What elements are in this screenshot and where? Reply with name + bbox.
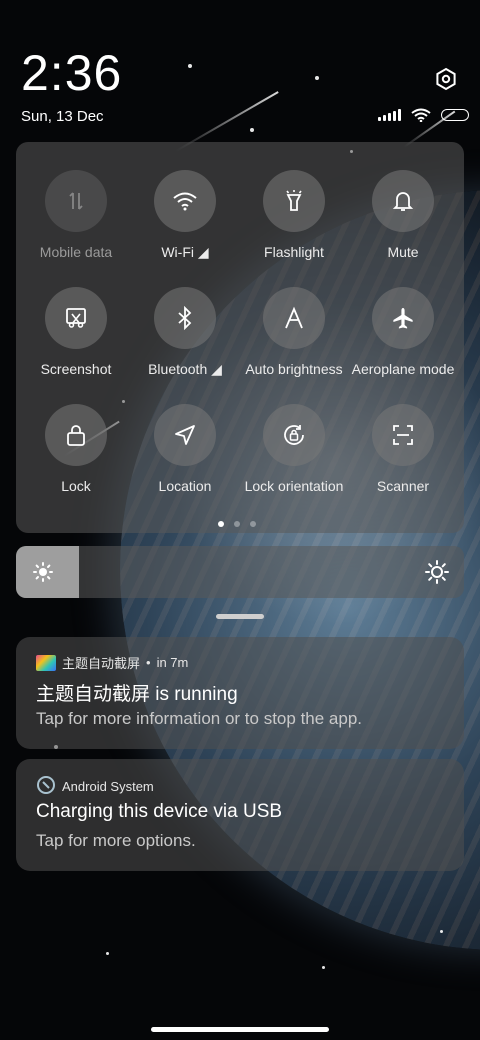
notification-app-name: Android System [62,779,154,794]
star [315,76,319,80]
tile-location[interactable]: Location [130,404,240,494]
star [250,128,254,132]
lock-icon [45,404,107,466]
tile-label: Location [158,478,212,494]
brightness-low-icon [31,560,55,584]
clock[interactable]: 2:36 [21,48,122,98]
tile-scanner[interactable]: Scanner [348,404,458,494]
tile-label: Screenshot [40,361,112,377]
tile-lock-orientation[interactable]: Lock orientation [239,404,349,494]
page-dot[interactable] [218,521,224,527]
page-dot[interactable] [250,521,256,527]
auto-brightness-icon [263,287,325,349]
notification-card[interactable]: 主题自动截屏 • in 7m 主题自动截屏 is running Tap for… [16,637,464,749]
notification-header: 主题自动截屏 • in 7m [36,653,188,672]
scanner-icon [372,404,434,466]
wifi-icon [154,170,216,232]
quick-settings-panel: Mobile data Wi-Fi ◢ Flashlight Mute Scre… [16,142,464,533]
tile-aeroplane-mode[interactable]: Aeroplane mode [348,287,458,377]
tile-mobile-data[interactable]: Mobile data [21,170,131,260]
tile-label: Lock orientation [244,478,344,494]
tile-screenshot[interactable]: Screenshot [21,287,131,377]
status-icons [378,108,469,122]
drag-handle[interactable] [216,614,264,619]
brightness-high-icon [425,560,449,584]
flashlight-icon [263,170,325,232]
notification-title: 主题自动截屏 is running [36,684,238,705]
page-dot[interactable] [234,521,240,527]
tile-label: Auto brightness [245,361,343,377]
battery-icon [441,109,469,121]
tile-bluetooth[interactable]: Bluetooth ◢ [130,287,240,378]
home-indicator[interactable] [151,1027,329,1032]
tile-auto-brightness[interactable]: Auto brightness [239,287,349,377]
mobile-data-icon [45,170,107,232]
tile-label: Mobile data [39,244,113,260]
notification-body: Tap for more information or to stop the … [36,709,363,728]
brightness-slider[interactable] [16,546,464,598]
tile-label: Aeroplane mode [351,361,455,377]
star [188,64,192,68]
star [106,952,109,955]
tile-mute[interactable]: Mute [348,170,458,260]
separator: • [146,655,151,670]
tile-flashlight[interactable]: Flashlight [239,170,349,260]
star [322,966,325,969]
screenshot-icon [45,287,107,349]
rotation-lock-icon [263,404,325,466]
airplane-icon [372,287,434,349]
tile-label: Bluetooth ◢ [148,361,222,377]
tile-label: Lock [61,478,91,494]
bell-icon [372,170,434,232]
tile-label: Scanner [376,478,430,494]
bluetooth-icon [154,287,216,349]
page-indicator [218,521,256,527]
star [440,930,443,933]
wifi-status-icon [411,108,431,122]
tile-label: Wi-Fi ◢ [161,244,209,260]
tile-label: Flashlight [264,244,324,260]
signal-icon [378,109,401,121]
location-icon [154,404,216,466]
notification-time: in 7m [156,655,189,670]
app-icon [36,654,56,671]
notification-card[interactable]: Android System Charging this device via … [16,759,464,871]
settings-gear-icon[interactable] [434,67,458,91]
date[interactable]: Sun, 13 Dec [21,108,104,125]
notification-header: Android System [36,775,154,798]
tile-lock[interactable]: Lock [21,404,131,494]
notification-title: Charging this device via USB [36,801,283,822]
android-system-icon [36,775,56,798]
tile-wifi[interactable]: Wi-Fi ◢ [130,170,240,261]
tile-label: Mute [387,244,419,260]
notification-app-name: 主题自动截屏 [62,656,141,671]
notification-body: Tap for more options. [36,831,196,850]
